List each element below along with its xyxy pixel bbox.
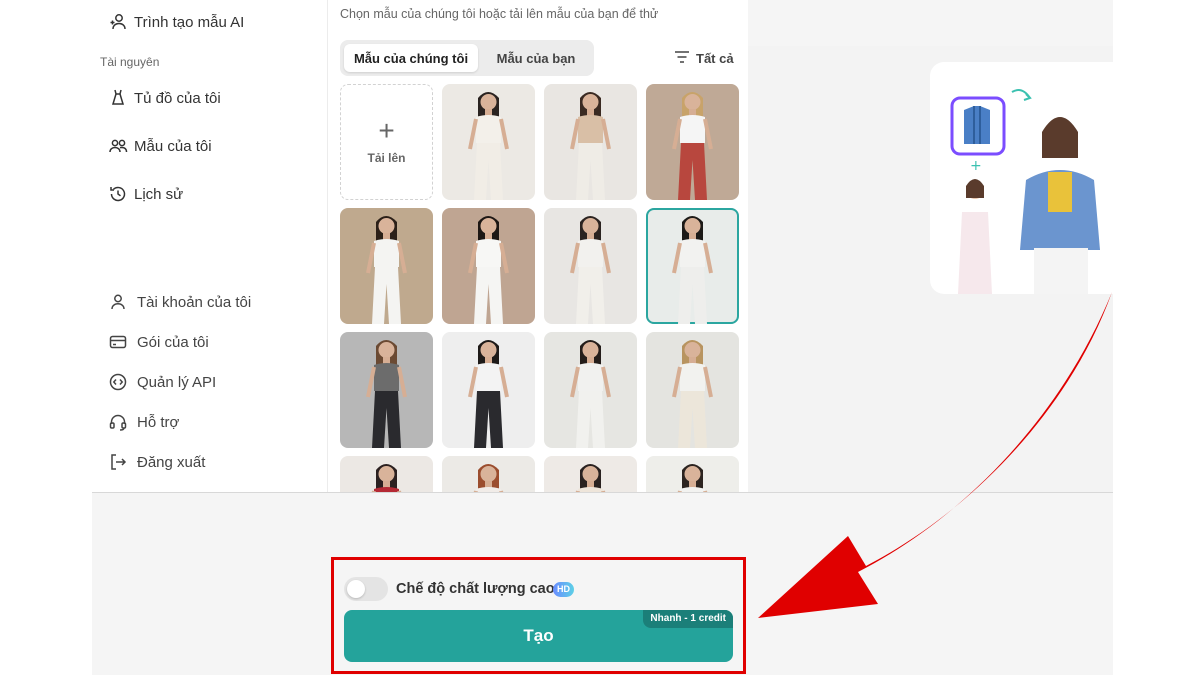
sidebar-item-api-management[interactable]: Quản lý API bbox=[108, 372, 216, 392]
sidebar-item-label: Mẫu của tôi bbox=[134, 137, 212, 155]
svg-text:+: + bbox=[970, 158, 982, 174]
sidebar-item-label: Tủ đồ của tôi bbox=[134, 89, 221, 107]
model-photo bbox=[468, 340, 509, 448]
user-plus-icon bbox=[108, 12, 128, 32]
model-thumbnail[interactable] bbox=[544, 456, 637, 492]
model-thumbnail[interactable] bbox=[442, 332, 535, 448]
model-photo bbox=[468, 92, 509, 200]
user-icon bbox=[108, 292, 128, 312]
promo-illustration: + bbox=[930, 62, 1113, 294]
tab-our-models[interactable]: Mẫu của chúng tôi bbox=[344, 44, 478, 72]
model-thumbnail[interactable] bbox=[544, 208, 637, 324]
section-title-resources: Tài nguyên bbox=[100, 55, 160, 69]
upload-tile[interactable]: + Tải lên bbox=[340, 84, 433, 200]
logout-icon bbox=[108, 452, 128, 472]
sidebar-item-logout[interactable]: Đăng xuất bbox=[108, 452, 205, 472]
model-photo bbox=[672, 216, 713, 324]
sidebar-item-label: Quản lý API bbox=[137, 373, 217, 391]
sidebar-item-label: Tài khoản của tôi bbox=[137, 293, 252, 311]
model-photo bbox=[672, 340, 713, 448]
sidebar-item-my-account[interactable]: Tài khoản của tôi bbox=[108, 292, 251, 312]
model-selection-panel: Chọn mẫu của chúng tôi hoặc tải lên mẫu … bbox=[328, 0, 748, 492]
sidebar-item-label: Trình tạo mẫu AI bbox=[134, 13, 245, 31]
sidebar-item-my-models[interactable]: Mẫu của tôi bbox=[108, 136, 212, 156]
plus-icon: + bbox=[378, 115, 395, 146]
filter-icon bbox=[674, 50, 690, 67]
model-thumbnail[interactable] bbox=[340, 208, 433, 324]
model-thumbnail[interactable] bbox=[442, 456, 535, 492]
sidebar-item-ai-model-creator[interactable]: Trình tạo mẫu AI bbox=[108, 12, 244, 32]
model-photo bbox=[575, 464, 606, 492]
api-icon bbox=[108, 372, 128, 392]
model-photo bbox=[473, 464, 504, 492]
history-icon bbox=[108, 184, 128, 204]
sidebar-item-history[interactable]: Lịch sử bbox=[108, 184, 183, 204]
credit-card-icon bbox=[108, 332, 128, 352]
users-icon bbox=[108, 136, 128, 156]
sidebar-item-my-plan[interactable]: Gói của tôi bbox=[108, 332, 209, 352]
model-thumbnail[interactable] bbox=[646, 456, 739, 492]
sidebar-item-label: Hỗ trợ bbox=[137, 413, 180, 431]
sidebar-item-label: Lịch sử bbox=[134, 185, 184, 203]
model-tabs: Mẫu của chúng tôi Mẫu của bạn bbox=[340, 40, 594, 76]
model-photo bbox=[570, 340, 611, 448]
highlight-annotation-box bbox=[331, 557, 746, 674]
filter-label: Tất cả bbox=[696, 51, 734, 66]
model-photo bbox=[366, 340, 407, 448]
sidebar-item-label: Gói của tôi bbox=[137, 333, 209, 351]
upload-label: Tải lên bbox=[367, 151, 406, 165]
dress-icon bbox=[108, 88, 128, 108]
model-thumbnail[interactable] bbox=[544, 332, 637, 448]
model-thumbnail[interactable] bbox=[442, 208, 535, 324]
model-thumbnail[interactable] bbox=[646, 84, 739, 200]
instruction-text: Chọn mẫu của chúng tôi hoặc tải lên mẫu … bbox=[340, 7, 659, 21]
model-thumbnail[interactable] bbox=[646, 332, 739, 448]
sidebar-item-wardrobe[interactable]: Tủ đồ của tôi bbox=[108, 88, 221, 108]
model-thumbnail[interactable] bbox=[442, 84, 535, 200]
model-photo bbox=[366, 216, 407, 324]
model-photo bbox=[570, 92, 611, 200]
model-photo bbox=[371, 464, 402, 492]
model-photo bbox=[570, 216, 611, 324]
headset-icon bbox=[108, 412, 128, 432]
sidebar-item-label: Đăng xuất bbox=[137, 453, 206, 471]
model-photo bbox=[468, 216, 509, 324]
model-photo bbox=[677, 464, 708, 492]
model-thumbnail[interactable] bbox=[340, 332, 433, 448]
model-photo bbox=[672, 92, 713, 200]
tab-your-models[interactable]: Mẫu của bạn bbox=[482, 44, 590, 72]
model-thumbnail[interactable] bbox=[544, 84, 637, 200]
filter-dropdown[interactable]: Tất cả bbox=[674, 50, 734, 67]
sidebar-item-support[interactable]: Hỗ trợ bbox=[108, 412, 179, 432]
model-thumbnail[interactable] bbox=[646, 208, 739, 324]
sidebar: Trình tạo mẫu AI Tài nguyên Tủ đồ của tô… bbox=[92, 0, 328, 492]
model-thumbnail[interactable] bbox=[340, 456, 433, 492]
